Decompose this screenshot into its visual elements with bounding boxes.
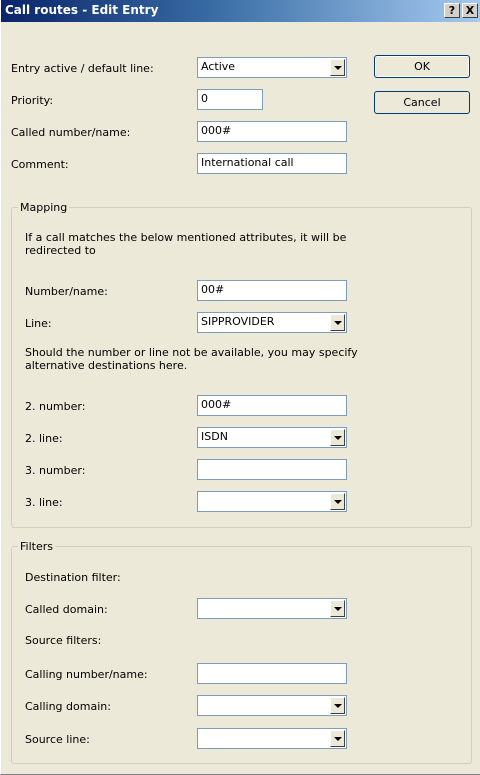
filters-legend: Filters [18, 540, 55, 553]
destination-filter-label: Destination filter: [25, 571, 121, 584]
calling-domain-label: Calling domain: [25, 700, 111, 713]
priority-label: Priority: [11, 94, 54, 107]
alternative-description: Should the number or line not be availab… [25, 346, 358, 372]
chevron-down-icon[interactable] [330, 314, 345, 331]
called-domain-select[interactable] [197, 598, 347, 619]
chevron-down-icon[interactable] [330, 493, 345, 510]
comment-label: Comment: [11, 158, 69, 171]
window-title: Call routes - Edit Entry [5, 3, 159, 17]
source-line-select[interactable] [197, 728, 347, 749]
ok-button[interactable]: OK [374, 55, 470, 78]
calling-number-input[interactable] [197, 663, 347, 684]
number3-input[interactable] [197, 459, 347, 480]
number-name-input[interactable]: 00# [197, 280, 347, 301]
called-number-input[interactable]: 000# [197, 121, 347, 142]
line3-select[interactable] [197, 491, 347, 512]
number3-label: 3. number: [25, 464, 86, 477]
comment-input[interactable]: International call [197, 153, 347, 174]
line-value: SIPPROVIDER [201, 315, 275, 328]
called-domain-label: Called domain: [25, 603, 108, 616]
close-button[interactable]: X [462, 3, 478, 18]
mapping-legend: Mapping [18, 201, 70, 214]
mapping-description: If a call matches the below mentioned at… [25, 231, 347, 257]
entry-active-label: Entry active / default line: [11, 62, 154, 75]
entry-active-value: Active [201, 60, 236, 73]
number-name-label: Number/name: [25, 285, 108, 298]
line2-select[interactable]: ISDN [197, 427, 347, 448]
entry-active-select[interactable]: Active [197, 57, 347, 78]
priority-input[interactable]: 0 [197, 89, 263, 110]
line-select[interactable]: SIPPROVIDER [197, 312, 347, 333]
line2-value: ISDN [201, 430, 228, 443]
cancel-button[interactable]: Cancel [374, 91, 470, 114]
number2-input[interactable]: 000# [197, 395, 347, 416]
calling-domain-select[interactable] [197, 695, 347, 716]
title-bar[interactable]: Call routes - Edit Entry ? X [1, 0, 480, 22]
source-line-label: Source line: [25, 733, 90, 746]
number2-label: 2. number: [25, 400, 86, 413]
line3-label: 3. line: [25, 496, 63, 509]
calling-number-label: Calling number/name: [25, 668, 148, 681]
chevron-down-icon[interactable] [330, 600, 345, 617]
chevron-down-icon[interactable] [330, 429, 345, 446]
chevron-down-icon[interactable] [330, 697, 345, 714]
called-number-label: Called number/name: [11, 126, 131, 139]
line2-label: 2. line: [25, 432, 63, 445]
chevron-down-icon[interactable] [330, 59, 345, 76]
help-button[interactable]: ? [444, 3, 460, 18]
line-label: Line: [25, 317, 52, 330]
chevron-down-icon[interactable] [330, 730, 345, 747]
dialog-window: Call routes - Edit Entry ? X Entry activ… [0, 0, 480, 775]
source-filters-label: Source filters: [25, 634, 102, 647]
